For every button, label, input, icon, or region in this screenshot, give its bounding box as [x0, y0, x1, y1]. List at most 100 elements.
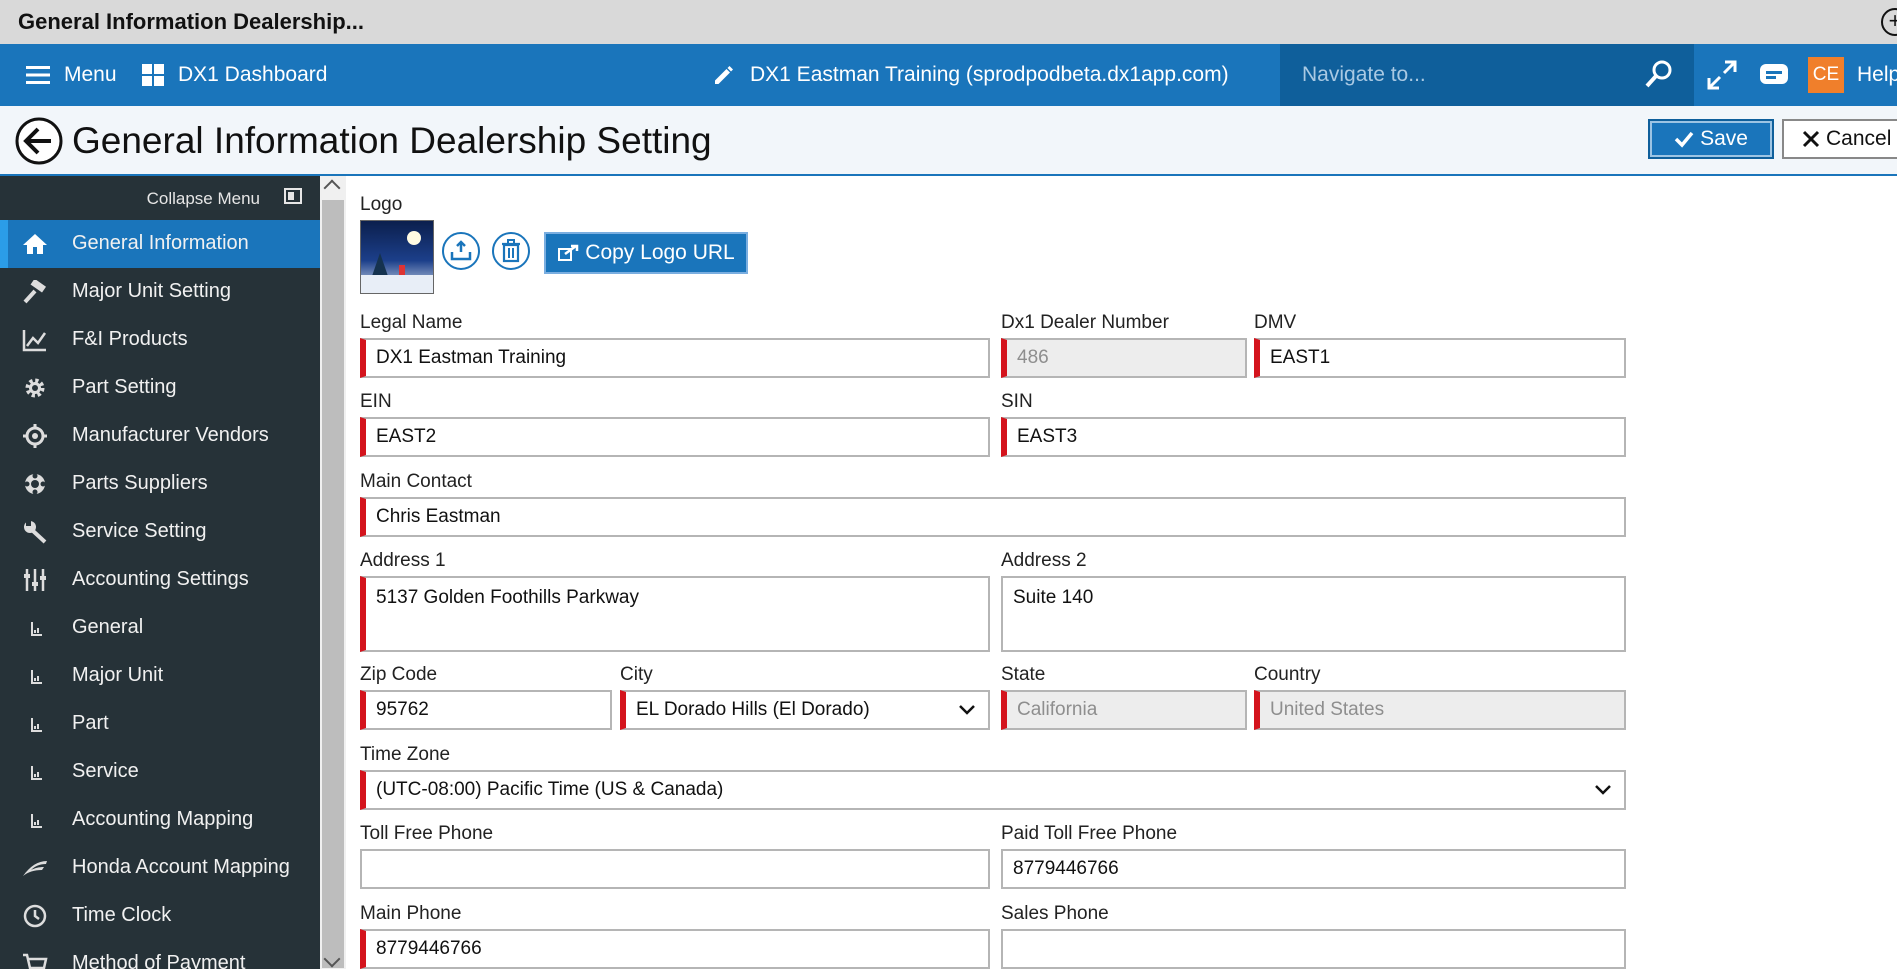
sidebar-item-label: Time Clock: [72, 904, 172, 926]
main-phone-field[interactable]: 8779446766: [360, 929, 990, 969]
search-icon[interactable]: [1644, 59, 1674, 89]
collapse-menu-button[interactable]: Collapse Menu: [0, 176, 320, 220]
sidebar-item-label: General Information: [72, 232, 249, 254]
save-button[interactable]: Save: [1648, 119, 1774, 159]
sales-phone-field[interactable]: [1001, 929, 1626, 969]
main-phone-label: Main Phone: [360, 903, 462, 924]
address1-label: Address 1: [360, 550, 446, 571]
cancel-button[interactable]: Cancel: [1782, 119, 1897, 159]
trash-icon: [502, 239, 520, 263]
sidebar-item-major-unit-setting[interactable]: Major Unit Setting: [0, 268, 320, 316]
gear-icon: [25, 378, 45, 398]
city-label: City: [620, 664, 653, 685]
save-label: Save: [1700, 127, 1748, 150]
sidebar-item-general-information[interactable]: General Information: [0, 220, 320, 268]
sidebar-item-time-clock[interactable]: Time Clock: [0, 892, 320, 940]
ein-field[interactable]: EAST2: [360, 417, 990, 457]
scroll-up-icon[interactable]: [323, 179, 341, 197]
paid-toll-free-phone-field[interactable]: 8779446766: [1001, 849, 1626, 889]
legal-name-field[interactable]: DX1 Eastman Training: [360, 338, 990, 378]
zip-code-field[interactable]: 95762: [360, 690, 612, 730]
state-label: State: [1001, 664, 1046, 685]
sin-field[interactable]: EAST3: [1001, 417, 1626, 457]
upload-icon: [450, 240, 472, 261]
help-link[interactable]: Help: [1857, 44, 1897, 106]
sidebar-item-parts-suppliers[interactable]: Parts Suppliers: [0, 460, 320, 508]
general-information-form: Logo Copy Logo URL Legal Name DX1 Eastma…: [346, 176, 1897, 969]
main-contact-field[interactable]: Chris Eastman: [360, 497, 1626, 537]
pencil-icon: [715, 66, 733, 84]
sidebar-scrollbar[interactable]: [320, 176, 346, 969]
chat-icon[interactable]: [1758, 60, 1790, 90]
navigate-input[interactable]: [1302, 58, 1622, 92]
city-value: EL Dorado Hills (El Dorado): [636, 699, 870, 720]
sidebar-item-service-setting[interactable]: Service Setting: [0, 508, 320, 556]
sidebar-item-major-unit[interactable]: Major Unit: [0, 652, 320, 700]
cart-icon: [23, 953, 48, 969]
hamburger-icon: [26, 66, 50, 84]
crosshair-icon: [23, 424, 47, 448]
back-arrow-icon[interactable]: [14, 116, 64, 166]
new-tab-icon[interactable]: +: [1881, 8, 1897, 36]
lifebuoy-icon: [24, 473, 46, 495]
state-field: California: [1001, 690, 1247, 730]
sidebar-item-label: Service Setting: [72, 520, 207, 542]
chevron-down-icon: [959, 705, 975, 715]
dealer-number-field: 486: [1001, 338, 1247, 378]
sidebar-item-part-setting[interactable]: Part Setting: [0, 364, 320, 412]
copy-logo-url-button[interactable]: Copy Logo URL: [544, 232, 748, 274]
sidebar-item-label: Part Setting: [72, 376, 177, 398]
sub-chart-icon: [31, 766, 42, 780]
dashboard-link[interactable]: DX1 Dashboard: [142, 44, 327, 106]
sidebar-item-label: Accounting Settings: [72, 568, 249, 590]
sidebar-item-fi-products[interactable]: F&I Products: [0, 316, 320, 364]
chart-icon: [22, 330, 47, 352]
sidebar-item-label: F&I Products: [72, 328, 188, 350]
sidebar-item-manufacturer-vendors[interactable]: Manufacturer Vendors: [0, 412, 320, 460]
country-field: United States: [1254, 690, 1626, 730]
sidebar-item-label: Honda Account Mapping: [72, 856, 290, 878]
site-selector[interactable]: DX1 Eastman Training (sprodpodbeta.dx1ap…: [712, 44, 1229, 106]
expand-icon[interactable]: [1706, 59, 1738, 91]
sidebar-item-label: Major Unit: [72, 664, 164, 686]
cancel-label: Cancel: [1826, 127, 1892, 150]
clock-icon: [23, 904, 47, 928]
address2-field[interactable]: Suite 140: [1001, 576, 1626, 652]
window-title: General Information Dealership...: [18, 9, 364, 34]
scrollbar-thumb[interactable]: [322, 200, 344, 968]
collapse-menu-label: Collapse Menu: [146, 189, 260, 208]
timezone-select[interactable]: (UTC-08:00) Pacific Time (US & Canada): [360, 770, 1626, 810]
sidebar-item-label: Parts Suppliers: [72, 472, 208, 494]
hammer-icon: [23, 280, 47, 304]
external-link-icon: [558, 244, 579, 261]
sub-chart-icon: [31, 814, 42, 828]
dashboard-label: DX1 Dashboard: [178, 63, 328, 86]
zip-code-label: Zip Code: [360, 664, 438, 685]
sidebar-item-label: Accounting Mapping: [72, 808, 254, 830]
user-avatar[interactable]: CE: [1808, 57, 1844, 93]
address1-field[interactable]: 5137 Golden Foothills Parkway: [360, 576, 990, 652]
navigate-search: [1280, 44, 1694, 106]
sidebar-item-honda-account-mapping[interactable]: Honda Account Mapping: [0, 844, 320, 892]
sidebar-item-accounting-settings[interactable]: Accounting Settings: [0, 556, 320, 604]
sidebar-item-service[interactable]: Service: [0, 748, 320, 796]
dmv-field[interactable]: EAST1: [1254, 338, 1626, 378]
honda-wing-icon: [23, 861, 47, 876]
sidebar-item-general[interactable]: General: [0, 604, 320, 652]
toll-free-phone-field[interactable]: [360, 849, 990, 889]
sidebar-item-accounting-mapping[interactable]: Accounting Mapping: [0, 796, 320, 844]
timezone-label: Time Zone: [360, 744, 451, 765]
sidebar-item-label: General: [72, 616, 144, 638]
menu-button[interactable]: Menu: [26, 44, 117, 106]
dealer-number-label: Dx1 Dealer Number: [1001, 312, 1169, 333]
sidebar-item-method-of-payment[interactable]: Method of Payment: [0, 940, 320, 969]
upload-logo-button[interactable]: [442, 232, 480, 270]
paid-toll-free-phone-label: Paid Toll Free Phone: [1001, 823, 1178, 844]
delete-logo-button[interactable]: [492, 232, 530, 270]
sidebar-item-part[interactable]: Part: [0, 700, 320, 748]
logo-label: Logo: [360, 194, 403, 215]
site-label: DX1 Eastman Training (sprodpodbeta.dx1ap…: [750, 63, 1229, 86]
page-title: General Information Dealership Setting: [72, 120, 712, 161]
dmv-label: DMV: [1254, 312, 1297, 333]
city-select[interactable]: EL Dorado Hills (El Dorado): [620, 690, 990, 730]
